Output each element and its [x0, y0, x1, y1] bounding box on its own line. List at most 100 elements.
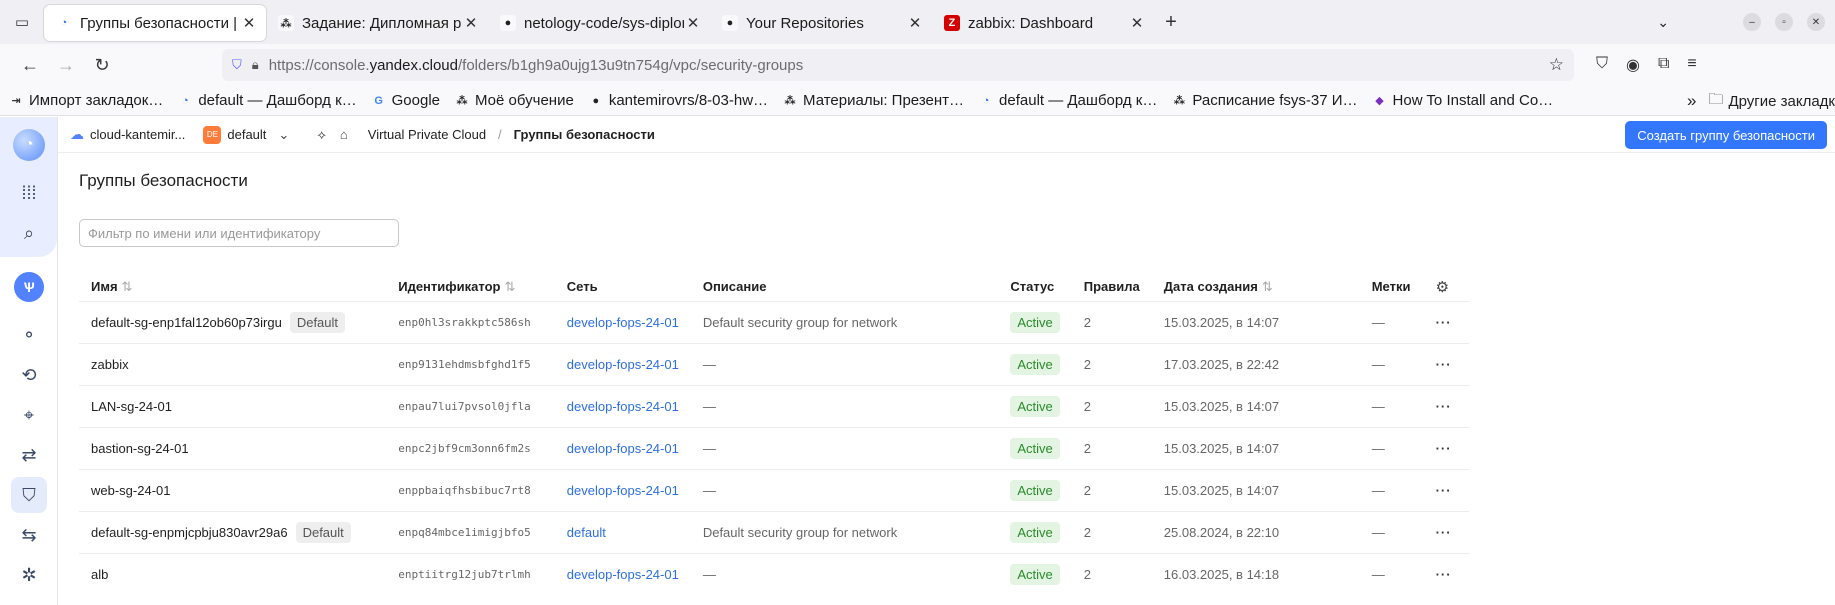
- other-bookmarks-folder[interactable]: Другие закладк: [1728, 93, 1835, 110]
- vpc-service-button[interactable]: Ѱ: [0, 267, 58, 307]
- network-link[interactable]: develop-fops-24-01: [567, 441, 679, 456]
- menu-icon[interactable]: ≡: [1687, 55, 1696, 75]
- network-link[interactable]: develop-fops-24-01: [567, 567, 679, 582]
- table-row[interactable]: zabbix enp9131ehdmsbfghd1f5 develop-fops-2…: [79, 342, 1469, 385]
- sort-icon[interactable]: ⇅: [504, 279, 515, 294]
- table-row[interactable]: bastion-sg-24-01 enpc2jbf9cm3onn6fm2s deve…: [79, 426, 1469, 469]
- security-group-name[interactable]: LAN-sg-24-01: [91, 399, 172, 414]
- close-window-button[interactable]: ✕: [1807, 13, 1825, 31]
- browser-tab[interactable]: ● Your Repositories ✕: [710, 5, 932, 41]
- security-group-name[interactable]: default-sg-enpmjcpbju830avr29a6: [91, 525, 288, 540]
- folder-selector[interactable]: default: [227, 127, 266, 142]
- table-row[interactable]: default-sg-enpmjcpbju830avr29a6 Default en…: [79, 510, 1469, 553]
- row-actions-menu-icon[interactable]: ···: [1436, 483, 1452, 498]
- bookmark-item[interactable]: ⁂ Расписание fsys-37 И…: [1171, 92, 1358, 109]
- reload-button[interactable]: ↻: [86, 49, 118, 81]
- network-link[interactable]: default: [567, 525, 606, 540]
- table-row[interactable]: default-sg-enp1fal12ob60p73irgu Default en…: [79, 300, 1469, 343]
- cell-status: Active: [998, 300, 1072, 343]
- maximize-button[interactable]: ▫: [1775, 13, 1793, 31]
- security-group-name[interactable]: bastion-sg-24-01: [91, 441, 189, 456]
- sort-icon[interactable]: ⇅: [122, 279, 133, 294]
- cell-rules: 2: [1071, 552, 1152, 595]
- table-row[interactable]: alb enptiitrg12jub7trlmh develop-fops-24-0…: [79, 552, 1469, 595]
- browser-tab[interactable]: Zzabbix: Dashboard ✕: [932, 5, 1154, 41]
- close-tab-icon[interactable]: ✕: [240, 14, 258, 32]
- browser-tab[interactable]: ◔ Группы безопасности | Y ✕: [44, 5, 266, 41]
- browser-tab[interactable]: ⁂ Задание: Дипломная ра ✕: [266, 5, 488, 41]
- minimize-button[interactable]: –: [1743, 13, 1761, 31]
- ip-addresses-icon[interactable]: ⌖: [0, 395, 58, 435]
- table-row[interactable]: web-sg-24-01 enppbaiqfhsbibuc7rt8 develop-…: [79, 468, 1469, 511]
- search-icon[interactable]: ⌕: [0, 213, 58, 253]
- bookmark-item[interactable]: ◔ default — Дашборд к…: [177, 92, 357, 109]
- row-actions-menu-icon[interactable]: ···: [1436, 315, 1452, 330]
- create-security-group-button[interactable]: Создать группу безопасности: [1625, 121, 1827, 149]
- bookmarks-overflow-button[interactable]: »: [1687, 91, 1696, 111]
- tab-overflow-chevron-icon[interactable]: ⌄: [1657, 14, 1669, 31]
- column-header-created[interactable]: Дата создания ⇅: [1152, 273, 1360, 301]
- bookmark-star-icon[interactable]: ☆: [1549, 55, 1564, 75]
- row-actions-menu-icon[interactable]: ···: [1436, 357, 1452, 372]
- subnets-icon[interactable]: ⟲: [0, 355, 58, 395]
- network-link[interactable]: develop-fops-24-01: [567, 357, 679, 372]
- filter-input[interactable]: Фильтр по имени или идентификатору: [79, 219, 399, 247]
- row-actions-menu-icon[interactable]: ···: [1436, 399, 1452, 414]
- account-icon[interactable]: ◉: [1626, 55, 1640, 75]
- cell-id: enptiitrg12jub7trlmh: [386, 552, 555, 595]
- network-link[interactable]: develop-fops-24-01: [567, 399, 679, 414]
- routing-tables-icon[interactable]: ⇄: [0, 435, 58, 475]
- cloud-selector[interactable]: cloud-kantemir...: [90, 127, 185, 142]
- security-groups-icon[interactable]: ⛉: [0, 475, 58, 515]
- cloud-networks-icon[interactable]: ⚬: [0, 315, 58, 355]
- row-actions-menu-icon[interactable]: ···: [1436, 441, 1452, 456]
- bookmark-item[interactable]: ● kantemirovrs/8-03-hw…: [588, 92, 768, 109]
- cell-network: default: [554, 510, 691, 553]
- address-bar[interactable]: ⛉ 🔒︎ https://console.yandex.cloud/folder…: [222, 49, 1574, 81]
- bookmark-item[interactable]: ⁂ Материалы: Презент…: [782, 92, 964, 109]
- shield-icon[interactable]: ⛉: [232, 57, 242, 73]
- bookmark-item[interactable]: G Google: [371, 92, 440, 109]
- bookmark-label: default — Дашборд к…: [198, 92, 357, 109]
- bookmark-item[interactable]: ⇥ Импорт закладок…: [8, 92, 163, 109]
- browser-tab[interactable]: ● netology-code/sys-diplom ✕: [488, 5, 710, 41]
- gateways-icon[interactable]: ⇆: [0, 515, 58, 555]
- forward-button[interactable]: →: [50, 49, 82, 81]
- close-tab-icon[interactable]: ✕: [684, 14, 702, 32]
- bookmark-item[interactable]: ⁂ Моё обучение: [454, 92, 573, 109]
- column-header-id[interactable]: Идентификатор ⇅: [386, 273, 555, 301]
- security-group-name[interactable]: alb: [91, 567, 108, 582]
- sort-icon[interactable]: ⇅: [1262, 279, 1273, 294]
- tab-list-icon[interactable]: ▭: [0, 0, 44, 44]
- row-actions-menu-icon[interactable]: ···: [1436, 567, 1452, 582]
- security-group-name[interactable]: default-sg-enp1fal12ob60p73irgu: [91, 315, 282, 330]
- home-icon[interactable]: ⌂: [340, 127, 348, 142]
- close-tab-icon[interactable]: ✕: [1128, 14, 1146, 32]
- column-header-name[interactable]: Имя ⇅: [79, 273, 386, 301]
- row-actions-menu-icon[interactable]: ···: [1436, 525, 1452, 540]
- bookmark-item[interactable]: ◆ How To Install and Co…: [1372, 92, 1553, 109]
- network-link[interactable]: develop-fops-24-01: [567, 315, 679, 330]
- bookmark-item[interactable]: ◔ default — Дашборд к…: [978, 92, 1158, 109]
- table-row[interactable]: LAN-sg-24-01 enpau7lui7pvsol0jfla develop-…: [79, 384, 1469, 427]
- security-group-name[interactable]: web-sg-24-01: [91, 483, 171, 498]
- bookmark-label: Расписание fsys-37 И…: [1192, 92, 1358, 109]
- yandex-cloud-logo[interactable]: ◔: [0, 117, 58, 173]
- close-tab-icon[interactable]: ✕: [462, 14, 480, 32]
- close-tab-icon[interactable]: ✕: [906, 14, 924, 32]
- all-services-icon[interactable]: ⁞⁞⁞: [0, 173, 58, 213]
- services-graph-icon[interactable]: ⟡: [317, 127, 326, 143]
- chevron-down-icon[interactable]: ⌄: [278, 127, 289, 143]
- security-group-name[interactable]: zabbix: [91, 357, 129, 372]
- extensions-icon[interactable]: ⧉: [1658, 55, 1669, 75]
- back-button[interactable]: ←: [14, 49, 46, 81]
- network-graph-icon[interactable]: ✲: [0, 555, 58, 595]
- cell-status: Active: [998, 342, 1072, 385]
- netology-favicon-icon: ⁂: [784, 95, 796, 107]
- cell-rules: 2: [1071, 426, 1152, 469]
- breadcrumb-service[interactable]: Virtual Private Cloud: [368, 127, 486, 142]
- network-link[interactable]: develop-fops-24-01: [567, 483, 679, 498]
- pocket-icon[interactable]: ⛉: [1596, 55, 1608, 75]
- gear-icon[interactable]: ⚙: [1436, 279, 1449, 296]
- new-tab-button[interactable]: +: [1154, 11, 1188, 34]
